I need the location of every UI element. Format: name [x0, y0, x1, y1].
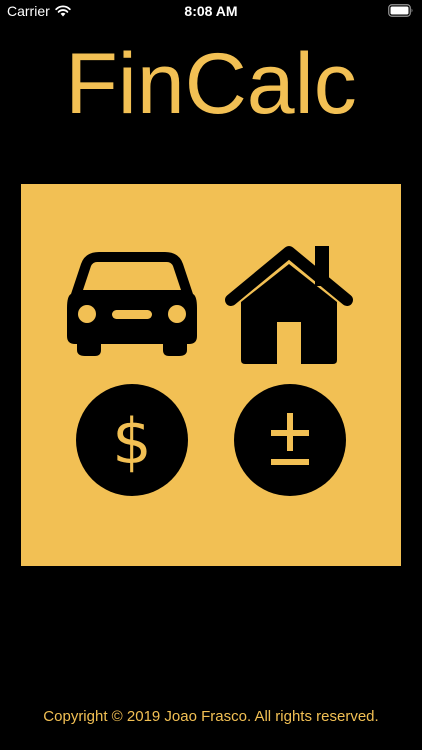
calculator-menu-panel: $: [21, 184, 401, 566]
car-icon[interactable]: [67, 252, 197, 356]
house-icon[interactable]: [223, 244, 355, 364]
svg-text:$: $: [112, 405, 151, 478]
plus-minus-icon[interactable]: [233, 383, 347, 497]
battery-icon: [388, 4, 413, 17]
status-time: 8:08 AM: [184, 3, 238, 19]
app-title: FinCalc: [65, 36, 357, 132]
copyright-text: Copyright © 2019 Joao Frasco. All rights…: [43, 708, 379, 725]
status-bar: Carrier 8:08 AM: [0, 0, 422, 22]
dollar-icon[interactable]: $: [75, 383, 189, 497]
